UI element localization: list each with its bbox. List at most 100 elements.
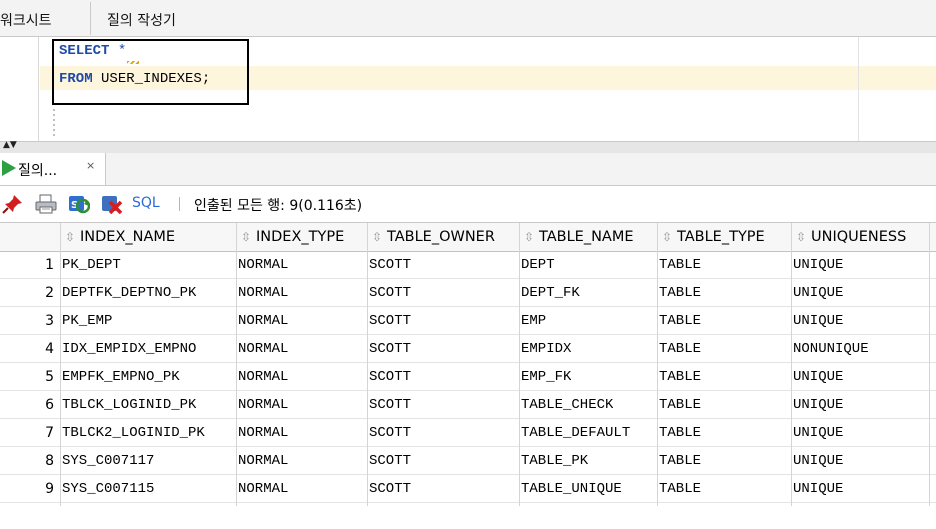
print-icon[interactable] (35, 194, 57, 214)
sort-icon[interactable]: ⇳ (796, 230, 808, 244)
cell-table-name[interactable]: DEPT_FK (521, 279, 580, 307)
cell-table-name[interactable]: TABLE_PK (521, 447, 588, 475)
cell-table-type[interactable]: TABLE (659, 391, 701, 419)
pin-icon[interactable] (2, 194, 24, 214)
cell-table-type[interactable]: TABLE (659, 279, 701, 307)
close-icon[interactable]: × (86, 159, 95, 172)
cell-index-type[interactable]: NORMAL (238, 447, 288, 475)
column-header-next[interactable] (929, 223, 936, 251)
cell-table-type[interactable]: TABLE (659, 475, 701, 503)
cell-uniqueness[interactable]: UNIQUE (793, 307, 843, 335)
table-row[interactable]: 4 IDX_EMPIDX_EMPNO NORMAL SCOTT EMPIDX T… (0, 335, 936, 363)
tab-query-builder[interactable]: 질의 작성기 (107, 10, 176, 30)
column-header-table-type[interactable]: ⇳ TABLE_TYPE (657, 223, 791, 251)
table-row[interactable]: 7 TBLCK2_LOGINID_PK NORMAL SCOTT TABLE_D… (0, 419, 936, 447)
sort-icon[interactable]: ⇳ (241, 230, 253, 244)
cell-table-owner[interactable]: SCOTT (369, 251, 411, 279)
column-header-label: UNIQUENESS (811, 229, 907, 245)
cell-table-type[interactable]: TABLE (659, 419, 701, 447)
grid-line (236, 223, 237, 506)
grid-line (519, 223, 520, 506)
cell-table-type[interactable]: TABLE (659, 335, 701, 363)
cell-uniqueness[interactable]: UNIQUE (793, 251, 843, 279)
sql-button[interactable]: SQL (132, 195, 160, 211)
column-header-uniqueness[interactable]: ⇳ UNIQUENESS (791, 223, 929, 251)
cell-index-name[interactable]: PK_DEPT (62, 251, 121, 279)
cell-table-type[interactable]: TABLE (659, 251, 701, 279)
cell-index-type[interactable]: NORMAL (238, 335, 288, 363)
cell-index-name[interactable]: IDX_EMPIDX_EMPNO (62, 335, 196, 363)
cell-index-type[interactable]: NORMAL (238, 419, 288, 447)
cell-table-owner[interactable]: SCOTT (369, 335, 411, 363)
result-tab-label: 질의... (18, 163, 58, 179)
cell-uniqueness[interactable]: UNIQUE (793, 391, 843, 419)
column-header-table-name[interactable]: ⇳ TABLE_NAME (519, 223, 657, 251)
cell-table-owner[interactable]: SCOTT (369, 391, 411, 419)
cell-table-owner[interactable]: SCOTT (369, 419, 411, 447)
column-header-table-owner[interactable]: ⇳ TABLE_OWNER (367, 223, 519, 251)
table-row[interactable]: 6 TBLCK_LOGINID_PK NORMAL SCOTT TABLE_CH… (0, 391, 936, 419)
cell-table-name[interactable]: EMP (521, 307, 546, 335)
cell-table-name[interactable]: TABLE_CHECK (521, 391, 613, 419)
table-row[interactable]: 5 EMPFK_EMPNO_PK NORMAL SCOTT EMP_FK TAB… (0, 363, 936, 391)
cell-index-type[interactable]: NORMAL (238, 391, 288, 419)
cell-index-name[interactable]: TBLCK_LOGINID_PK (62, 391, 196, 419)
cell-index-type[interactable]: NORMAL (238, 251, 288, 279)
toolbar-divider (179, 197, 180, 211)
grid-header: ⇳ INDEX_NAME ⇳ INDEX_TYPE ⇳ TABLE_OWNER ⇳ TA… (0, 223, 936, 252)
sort-icon[interactable]: ⇳ (65, 230, 77, 244)
cell-uniqueness[interactable]: UNIQUE (793, 363, 843, 391)
cell-table-owner[interactable]: SCOTT (369, 475, 411, 503)
column-header-index-name[interactable]: ⇳ INDEX_NAME (60, 223, 236, 251)
cell-index-name[interactable]: SYS_C007117 (62, 447, 154, 475)
cell-index-name[interactable]: EMPFK_EMPNO_PK (62, 363, 180, 391)
cell-uniqueness[interactable]: UNIQUE (793, 279, 843, 307)
tab-worksheet[interactable]: 워크시트 (0, 10, 52, 30)
cell-table-type[interactable]: TABLE (659, 447, 701, 475)
cell-index-name[interactable]: DEPTFK_DEPTNO_PK (62, 279, 196, 307)
sql-editor[interactable]: SELECT * FROM USER_INDEXES; (0, 37, 936, 141)
grid-line (60, 223, 61, 506)
cell-index-type[interactable]: NORMAL (238, 307, 288, 335)
row-number: 8 (45, 453, 54, 469)
refresh-sql-icon[interactable]: S (68, 194, 90, 214)
cell-index-type[interactable]: NORMAL (238, 475, 288, 503)
cell-index-type[interactable]: NORMAL (238, 279, 288, 307)
cell-table-name[interactable]: TABLE_UNIQUE (521, 475, 622, 503)
cell-table-owner[interactable]: SCOTT (369, 279, 411, 307)
table-row[interactable]: 1 PK_DEPT NORMAL SCOTT DEPT TABLE UNIQUE (0, 251, 936, 279)
sort-icon[interactable]: ⇳ (662, 230, 674, 244)
cell-table-name[interactable]: EMP_FK (521, 363, 571, 391)
table-row[interactable]: 3 PK_EMP NORMAL SCOTT EMP TABLE UNIQUE (0, 307, 936, 335)
cell-uniqueness[interactable]: NONUNIQUE (793, 335, 869, 363)
tab-query-result[interactable]: 질의... × (0, 153, 106, 185)
results-toolbar: S SQL 인출된 모든 행: 9(0.116초) (0, 186, 936, 223)
row-number: 9 (45, 481, 54, 497)
cancel-query-icon[interactable] (101, 194, 123, 214)
cell-uniqueness[interactable]: UNIQUE (793, 447, 843, 475)
sort-icon[interactable]: ⇳ (524, 230, 536, 244)
table-row[interactable]: 8 SYS_C007117 NORMAL SCOTT TABLE_PK TABL… (0, 447, 936, 475)
cell-table-type[interactable]: TABLE (659, 307, 701, 335)
grid-line (657, 223, 658, 506)
cell-uniqueness[interactable]: UNIQUE (793, 475, 843, 503)
cell-uniqueness[interactable]: UNIQUE (793, 419, 843, 447)
table-row[interactable]: 2 DEPTFK_DEPTNO_PK NORMAL SCOTT DEPT_FK … (0, 279, 936, 307)
cell-table-name[interactable]: TABLE_DEFAULT (521, 419, 630, 447)
row-number: 7 (45, 425, 54, 441)
sort-icon[interactable]: ⇳ (372, 230, 384, 244)
cell-index-name[interactable]: TBLCK2_LOGINID_PK (62, 419, 205, 447)
cell-index-name[interactable]: SYS_C007115 (62, 475, 154, 503)
editor-gutter (0, 37, 39, 141)
cell-table-type[interactable]: TABLE (659, 363, 701, 391)
cell-table-name[interactable]: DEPT (521, 251, 555, 279)
cell-table-owner[interactable]: SCOTT (369, 447, 411, 475)
column-header-index-type[interactable]: ⇳ INDEX_TYPE (236, 223, 367, 251)
cell-table-owner[interactable]: SCOTT (369, 307, 411, 335)
cell-table-name[interactable]: EMPIDX (521, 335, 571, 363)
collapse-arrows-icon[interactable]: ▲▼ (3, 141, 17, 150)
cell-index-name[interactable]: PK_EMP (62, 307, 112, 335)
table-row[interactable]: 9 SYS_C007115 NORMAL SCOTT TABLE_UNIQUE … (0, 475, 936, 503)
cell-index-type[interactable]: NORMAL (238, 363, 288, 391)
cell-table-owner[interactable]: SCOTT (369, 363, 411, 391)
